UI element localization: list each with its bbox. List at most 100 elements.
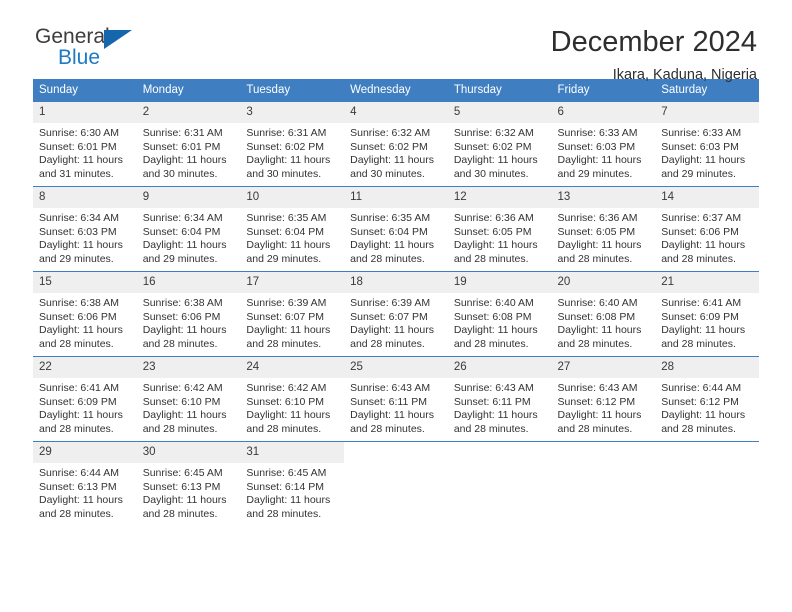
day-number: 9 [136,187,241,208]
calendar-day-cell[interactable]: 27 Sunrise: 6:43 AM Sunset: 6:12 PM Dayligh… [551,356,656,442]
day-number: 16 [136,272,241,293]
day-number: 8 [33,187,137,208]
sunrise-time: Sunrise: 6:41 AM [39,382,119,394]
daylight-duration-line2: and 28 minutes. [39,507,114,520]
day-number: 11 [344,187,448,208]
sunrise-time: Sunrise: 6:42 AM [246,382,327,394]
daylight-duration-line1: Daylight: 11 hours [557,324,642,337]
day-number: 30 [136,442,241,463]
daylight-duration-line1: Daylight: 11 hours [246,239,331,252]
daylight-duration-line2: and 30 minutes. [142,167,218,180]
calendar-day-cell[interactable]: 6 Sunrise: 6:33 AM Sunset: 6:03 PM Daylight… [551,101,656,187]
daylight-duration-line1: Daylight: 11 hours [246,324,331,337]
calendar-day-cell[interactable]: 23 Sunrise: 6:42 AM Sunset: 6:10 PM Dayligh… [136,356,241,442]
day-number: 19 [447,272,552,293]
day-number: 23 [136,357,241,378]
calendar-day-cell[interactable]: 1 Sunrise: 6:30 AM Sunset: 6:01 PM Daylight… [33,101,137,187]
daylight-duration-line2: and 29 minutes. [142,252,218,265]
sunset-time: Sunset: 6:13 PM [39,480,117,493]
calendar-day-cell[interactable]: 24 Sunrise: 6:42 AM Sunset: 6:10 PM Dayligh… [240,356,345,442]
calendar-day-cell[interactable]: 20 Sunrise: 6:40 AM Sunset: 6:08 PM Dayligh… [551,271,656,357]
weekday-header-sunday: Sunday [33,79,137,102]
sunrise-time: Sunrise: 6:40 AM [453,297,534,309]
calendar-day-cell[interactable]: 4 Sunrise: 6:32 AM Sunset: 6:02 PM Daylight… [344,101,448,187]
day-number: 26 [447,357,552,378]
sunset-time: Sunset: 6:01 PM [39,140,117,153]
sunrise-time: Sunrise: 6:30 AM [39,127,119,139]
daylight-duration-line1: Daylight: 11 hours [39,324,123,337]
calendar-day-cell[interactable]: 7 Sunrise: 6:33 AM Sunset: 6:03 PM Daylight… [655,101,759,187]
calendar-day-cell[interactable]: 17 Sunrise: 6:39 AM Sunset: 6:07 PM Dayligh… [240,271,345,357]
sunset-time: Sunset: 6:04 PM [350,225,428,238]
daylight-duration-line1: Daylight: 11 hours [453,409,538,422]
sunrise-time: Sunrise: 6:44 AM [39,467,119,479]
daylight-duration-line2: and 28 minutes. [557,337,633,350]
calendar-day-cell[interactable]: 16 Sunrise: 6:38 AM Sunset: 6:06 PM Dayligh… [136,271,241,357]
daylight-duration-line1: Daylight: 11 hours [246,494,331,507]
day-number: 4 [344,102,448,123]
page-title: December 2024 [550,26,757,58]
calendar-day-cell[interactable]: 8 Sunrise: 6:34 AM Sunset: 6:03 PM Daylight… [33,186,137,272]
calendar-day-cell[interactable]: 12 Sunrise: 6:36 AM Sunset: 6:05 PM Dayligh… [447,186,552,272]
sunset-time: Sunset: 6:06 PM [39,310,117,323]
calendar-day-cell[interactable]: 14 Sunrise: 6:37 AM Sunset: 6:06 PM Dayligh… [655,186,759,272]
day-number: 2 [136,102,241,123]
sunset-time: Sunset: 6:01 PM [142,140,221,153]
day-number: 1 [33,102,137,123]
calendar-day-cell[interactable]: 19 Sunrise: 6:40 AM Sunset: 6:08 PM Dayligh… [447,271,552,357]
sunrise-time: Sunrise: 6:38 AM [39,297,119,309]
day-details: Sunrise: 6:41 AM Sunset: 6:09 PM Daylight:… [33,378,137,436]
day-number: 7 [655,102,759,123]
daylight-duration-line1: Daylight: 11 hours [39,409,123,422]
calendar-day-cell[interactable]: 2 Sunrise: 6:31 AM Sunset: 6:01 PM Daylight… [136,101,241,187]
day-details: Sunrise: 6:38 AM Sunset: 6:06 PM Daylight:… [137,293,241,351]
calendar-day-cell[interactable]: 26 Sunrise: 6:43 AM Sunset: 6:11 PM Dayligh… [447,356,552,442]
day-number: 17 [240,272,345,293]
day-details: Sunrise: 6:30 AM Sunset: 6:01 PM Daylight:… [33,123,137,181]
calendar-page: General Blue December 2024 Ikara, Kaduna… [0,0,792,612]
weekday-header-thursday: Thursday [447,79,552,102]
day-details: Sunrise: 6:39 AM Sunset: 6:07 PM Daylight:… [344,293,448,351]
calendar-day-cell[interactable]: 21 Sunrise: 6:41 AM Sunset: 6:09 PM Dayligh… [655,271,759,357]
daylight-duration-line1: Daylight: 11 hours [142,324,227,337]
calendar-day-cell[interactable]: 13 Sunrise: 6:36 AM Sunset: 6:05 PM Dayligh… [551,186,656,272]
daylight-duration-line2: and 28 minutes. [661,252,736,265]
day-details: Sunrise: 6:37 AM Sunset: 6:06 PM Daylight:… [655,208,759,266]
sunrise-time: Sunrise: 6:31 AM [246,127,327,139]
calendar-day-cell[interactable]: 31 Sunrise: 6:45 AM Sunset: 6:14 PM Dayligh… [240,441,345,527]
daylight-duration-line1: Daylight: 11 hours [661,409,746,422]
sunset-time: Sunset: 6:12 PM [557,395,636,408]
sunrise-time: Sunrise: 6:31 AM [142,127,223,139]
calendar-day-cell[interactable]: 10 Sunrise: 6:35 AM Sunset: 6:04 PM Dayligh… [240,186,345,272]
calendar-day-cell[interactable]: 29 Sunrise: 6:44 AM Sunset: 6:13 PM Dayligh… [33,441,137,527]
sunset-time: Sunset: 6:04 PM [246,225,325,238]
page-subtitle: Ikara, Kaduna, Nigeria [612,67,757,83]
daylight-duration-line1: Daylight: 11 hours [453,239,538,252]
sunset-time: Sunset: 6:09 PM [39,395,117,408]
calendar-day-cell[interactable]: 9 Sunrise: 6:34 AM Sunset: 6:04 PM Daylight… [136,186,241,272]
daylight-duration-line1: Daylight: 11 hours [246,154,331,167]
calendar-day-cell[interactable]: 11 Sunrise: 6:35 AM Sunset: 6:04 PM Dayligh… [344,186,448,272]
calendar-day-cell[interactable]: 3 Sunrise: 6:31 AM Sunset: 6:02 PM Daylight… [240,101,345,187]
sunset-time: Sunset: 6:04 PM [142,225,221,238]
day-details: Sunrise: 6:44 AM Sunset: 6:12 PM Daylight:… [655,378,759,436]
sunrise-time: Sunrise: 6:45 AM [246,467,327,479]
daylight-duration-line1: Daylight: 11 hours [453,324,538,337]
calendar-day-cell[interactable]: 22 Sunrise: 6:41 AM Sunset: 6:09 PM Dayligh… [33,356,137,442]
daylight-duration-line2: and 28 minutes. [661,422,736,435]
generalblue-logo[interactable]: General Blue [33,26,155,68]
sunset-time: Sunset: 6:12 PM [661,395,739,408]
calendar-day-cell[interactable]: 28 Sunrise: 6:44 AM Sunset: 6:12 PM Dayligh… [655,356,759,442]
calendar-day-cell[interactable]: 18 Sunrise: 6:39 AM Sunset: 6:07 PM Dayligh… [344,271,448,357]
day-number: 12 [447,187,552,208]
calendar-day-cell[interactable]: 25 Sunrise: 6:43 AM Sunset: 6:11 PM Dayligh… [344,356,448,442]
day-number: 22 [33,357,137,378]
calendar-day-cell[interactable]: 15 Sunrise: 6:38 AM Sunset: 6:06 PM Dayligh… [33,271,137,357]
day-details: Sunrise: 6:35 AM Sunset: 6:04 PM Daylight:… [240,208,344,266]
calendar-week-row: 29 Sunrise: 6:44 AM Sunset: 6:13 PM Dayligh… [33,441,759,527]
sunrise-time: Sunrise: 6:32 AM [350,127,431,139]
day-details: Sunrise: 6:43 AM Sunset: 6:12 PM Daylight:… [552,378,656,436]
calendar-day-cell[interactable]: 5 Sunrise: 6:32 AM Sunset: 6:02 PM Daylight… [447,101,552,187]
daylight-duration-line1: Daylight: 11 hours [350,409,434,422]
calendar-day-cell[interactable]: 30 Sunrise: 6:45 AM Sunset: 6:13 PM Dayligh… [136,441,241,527]
